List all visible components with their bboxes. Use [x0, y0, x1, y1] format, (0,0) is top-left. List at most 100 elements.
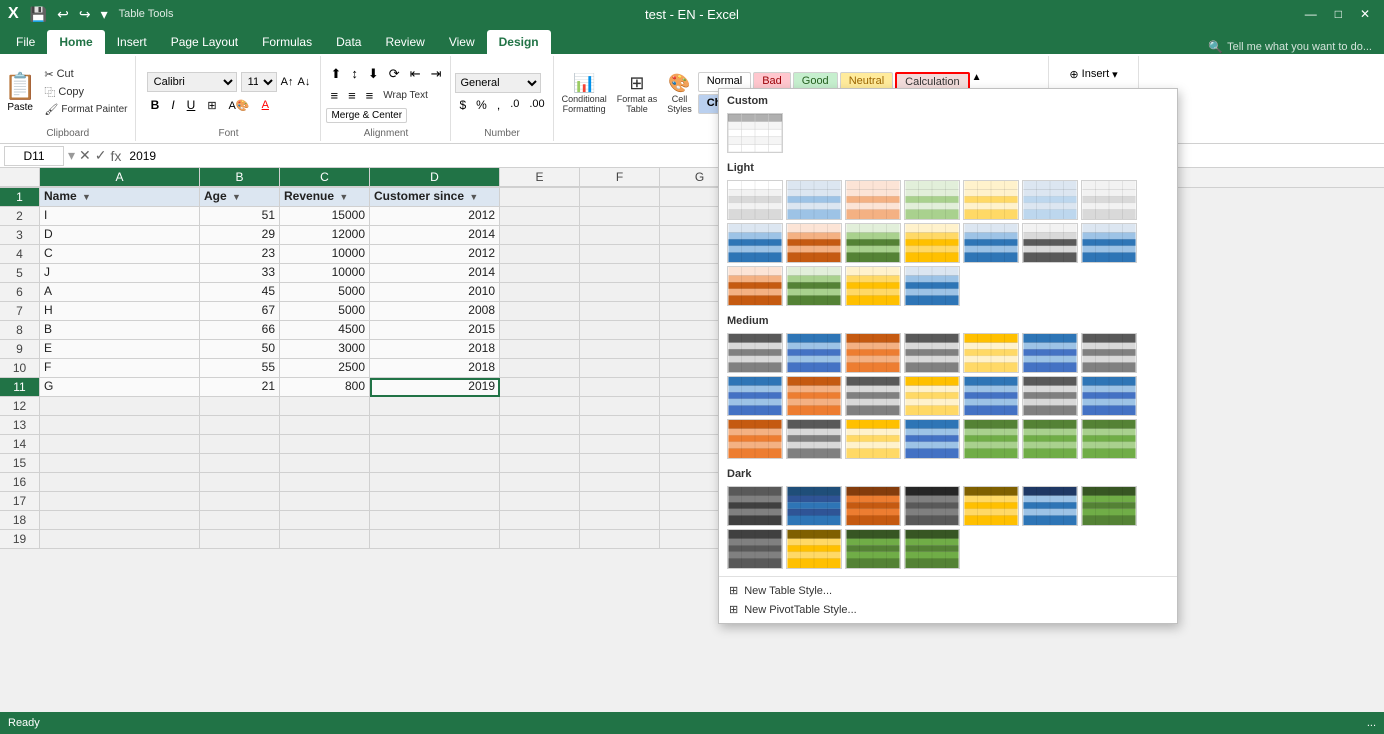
accounting-button[interactable]: $: [455, 96, 470, 114]
table-style-medium-12[interactable]: [963, 376, 1019, 416]
insert-function-icon[interactable]: fx: [111, 148, 122, 164]
format-painter-button[interactable]: 🖌 Format Painter: [40, 102, 131, 117]
increase-font-icon[interactable]: A↑: [281, 76, 294, 88]
table-style-medium-7[interactable]: [1081, 333, 1137, 373]
row-num-1[interactable]: 1: [0, 188, 40, 207]
cell-c5[interactable]: 10000: [280, 264, 370, 283]
tab-home[interactable]: Home: [47, 30, 104, 54]
tab-insert[interactable]: Insert: [105, 30, 159, 54]
italic-button[interactable]: I: [167, 96, 178, 114]
cell-d8[interactable]: 2015: [370, 321, 500, 340]
col-header-e[interactable]: E: [500, 168, 580, 187]
cell-b2[interactable]: 51: [200, 207, 280, 226]
redo-icon[interactable]: ↪: [76, 4, 94, 25]
cell-d10[interactable]: 2018: [370, 359, 500, 378]
table-style-light-5[interactable]: [963, 180, 1019, 220]
cell-b3[interactable]: 29: [200, 226, 280, 245]
cell-c3[interactable]: 12000: [280, 226, 370, 245]
row-num-6[interactable]: 6: [0, 283, 40, 302]
row-num-18[interactable]: 18: [0, 511, 40, 530]
percent-button[interactable]: %: [472, 96, 491, 114]
row-num-8[interactable]: 8: [0, 321, 40, 340]
cell-d12[interactable]: [370, 397, 500, 416]
table-style-light-15[interactable]: [727, 266, 783, 306]
table-style-medium-6[interactable]: [1022, 333, 1078, 373]
cell-d3[interactable]: 2014: [370, 226, 500, 245]
cell-d7[interactable]: 2008: [370, 302, 500, 321]
table-style-light-1[interactable]: [727, 180, 783, 220]
cell-b6[interactable]: 45: [200, 283, 280, 302]
cell-f10[interactable]: [580, 359, 660, 378]
row-num-9[interactable]: 9: [0, 340, 40, 359]
cell-d9[interactable]: 2018: [370, 340, 500, 359]
minimize-icon[interactable]: —: [1299, 7, 1323, 21]
table-style-medium-8[interactable]: [727, 376, 783, 416]
table-style-dark-5[interactable]: [963, 486, 1019, 526]
tab-formulas[interactable]: Formulas: [250, 30, 324, 54]
col-header-a[interactable]: A: [40, 168, 200, 187]
merge-center-button[interactable]: Merge & Center: [326, 108, 407, 123]
filter-a1-icon[interactable]: ▼: [82, 192, 91, 202]
cell-f7[interactable]: [580, 302, 660, 321]
cell-c11[interactable]: 800: [280, 378, 370, 397]
row-num-16[interactable]: 16: [0, 473, 40, 492]
format-as-table-button[interactable]: ⊞ Format asTable: [613, 71, 662, 116]
cell-b8[interactable]: 66: [200, 321, 280, 340]
align-bottom-button[interactable]: ⬇: [364, 64, 383, 84]
table-style-medium-13[interactable]: [1022, 376, 1078, 416]
decrease-font-icon[interactable]: A↓: [297, 76, 310, 88]
cell-a2[interactable]: I: [40, 207, 200, 226]
cell-e1[interactable]: [500, 188, 580, 207]
copy-button[interactable]: ⿻ Copy: [40, 83, 131, 101]
table-style-dark-11[interactable]: [904, 529, 960, 569]
table-style-medium-10[interactable]: [845, 376, 901, 416]
cell-a6[interactable]: A: [40, 283, 200, 302]
insert-button[interactable]: ⊕ Insert ▾: [1063, 66, 1123, 83]
table-style-light-9[interactable]: [786, 223, 842, 263]
cell-e2[interactable]: [500, 207, 580, 226]
row-num-15[interactable]: 15: [0, 454, 40, 473]
table-style-light-7[interactable]: [1081, 180, 1137, 220]
cell-e6[interactable]: [500, 283, 580, 302]
cell-f9[interactable]: [580, 340, 660, 359]
cell-e5[interactable]: [500, 264, 580, 283]
filter-b1-icon[interactable]: ▼: [232, 192, 241, 202]
increase-decimal-button[interactable]: .00: [525, 96, 548, 114]
name-box[interactable]: [4, 146, 64, 166]
cell-c9[interactable]: 3000: [280, 340, 370, 359]
table-style-dark-1[interactable]: [727, 486, 783, 526]
cell-a3[interactable]: D: [40, 226, 200, 245]
fill-color-button[interactable]: A🎨: [225, 97, 254, 114]
cell-e10[interactable]: [500, 359, 580, 378]
table-style-custom-1[interactable]: [727, 113, 783, 153]
cell-e11[interactable]: [500, 378, 580, 397]
close-icon[interactable]: ✕: [1354, 7, 1376, 21]
col-header-c[interactable]: C: [280, 168, 370, 187]
decrease-decimal-button[interactable]: .0: [506, 96, 523, 114]
table-style-dark-9[interactable]: [786, 529, 842, 569]
cell-f6[interactable]: [580, 283, 660, 302]
tab-data[interactable]: Data: [324, 30, 373, 54]
row-num-12[interactable]: 12: [0, 397, 40, 416]
filter-c1-icon[interactable]: ▼: [339, 192, 348, 202]
row-num-17[interactable]: 17: [0, 492, 40, 511]
cell-b12[interactable]: [200, 397, 280, 416]
cell-f8[interactable]: [580, 321, 660, 340]
table-style-light-18[interactable]: [904, 266, 960, 306]
cancel-formula-icon[interactable]: ✕: [79, 147, 91, 164]
table-style-dark-2[interactable]: [786, 486, 842, 526]
table-style-light-17[interactable]: [845, 266, 901, 306]
table-style-medium-19[interactable]: [963, 419, 1019, 459]
cell-d5[interactable]: 2014: [370, 264, 500, 283]
cell-a4[interactable]: C: [40, 245, 200, 264]
cell-f1[interactable]: [580, 188, 660, 207]
cell-f5[interactable]: [580, 264, 660, 283]
cell-c12[interactable]: [280, 397, 370, 416]
cell-a12[interactable]: [40, 397, 200, 416]
text-direction-button[interactable]: ⟳: [385, 64, 404, 84]
cell-b1[interactable]: Age ▼: [200, 188, 280, 207]
table-style-light-16[interactable]: [786, 266, 842, 306]
cell-e3[interactable]: [500, 226, 580, 245]
cell-e9[interactable]: [500, 340, 580, 359]
cell-a8[interactable]: B: [40, 321, 200, 340]
